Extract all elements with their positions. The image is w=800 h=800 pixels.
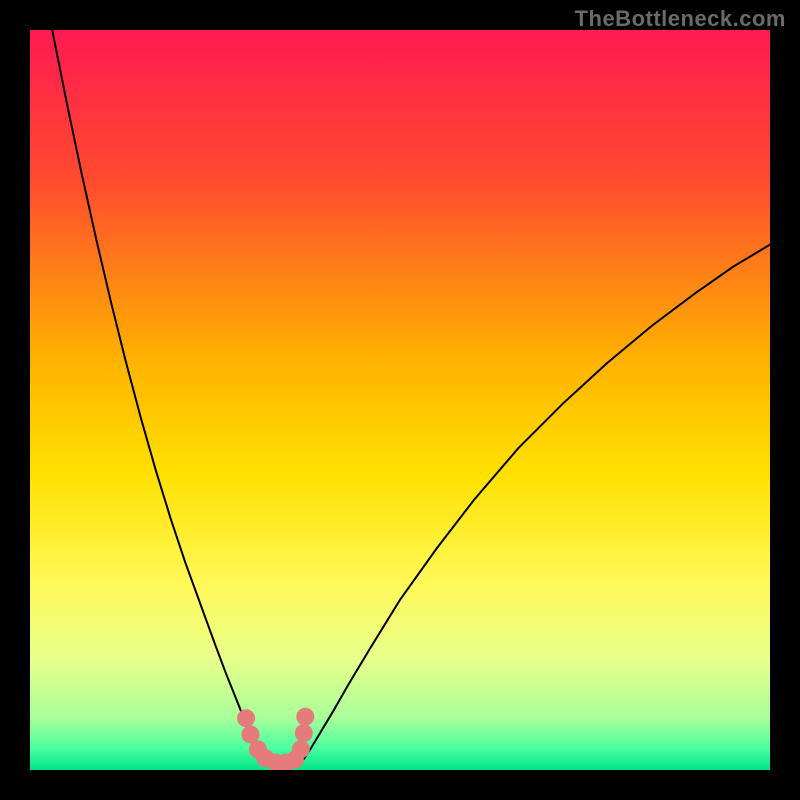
dot-highlight-dots xyxy=(237,709,255,727)
chart-container: TheBottleneck.com xyxy=(0,0,800,800)
dot-highlight-dots xyxy=(295,724,313,742)
plot-area xyxy=(30,30,770,770)
dot-highlight-dots xyxy=(296,708,314,726)
watermark-text: TheBottleneck.com xyxy=(575,6,786,32)
gradient-background xyxy=(30,30,770,770)
dot-highlight-dots xyxy=(292,740,310,758)
chart-svg xyxy=(30,30,770,770)
